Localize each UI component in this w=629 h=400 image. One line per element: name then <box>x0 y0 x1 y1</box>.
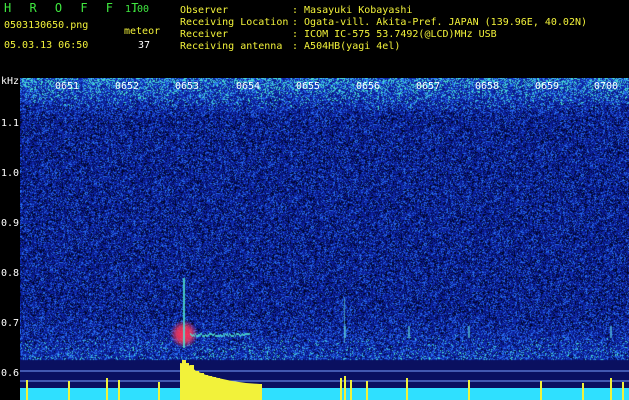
label-observer: Observer <box>180 5 229 16</box>
signal-bar <box>350 380 352 400</box>
app-version: 1.00 <box>125 4 150 15</box>
app-logo: H R O F F T <box>4 1 144 15</box>
y-tick-label: 0.6 <box>1 368 20 379</box>
signal-bar <box>340 378 342 400</box>
signal-bar <box>366 381 368 400</box>
signal-bar <box>582 383 584 400</box>
meteor-count: 37 <box>138 40 151 51</box>
label-location: Receiving Location <box>180 17 289 28</box>
y-tick-label: 1.0 <box>1 168 20 179</box>
y-tick-label: 0.8 <box>1 268 20 279</box>
file-name: 0503130650.png <box>4 20 89 31</box>
time-tick-label: 0656 <box>356 81 381 92</box>
signal-bar <box>610 378 612 400</box>
unit-label: kHz <box>1 76 20 87</box>
time-tick-label: 0659 <box>535 81 560 92</box>
header-panel: H R O F F T 1.00 0503130650.png meteor 0… <box>0 0 629 76</box>
time-tick-label: 0654 <box>236 81 261 92</box>
mode-label: meteor <box>124 26 161 37</box>
y-tick-label: 0.7 <box>1 318 20 329</box>
datetime-label: 05.03.13 06:50 <box>4 40 89 51</box>
time-tick-label: 0653 <box>175 81 200 92</box>
y-tick-label: 0.9 <box>1 218 20 229</box>
y-tick-label: 1.1 <box>1 118 20 129</box>
signal-bar <box>622 382 624 400</box>
label-antenna: Receiving antenna <box>180 41 283 52</box>
time-tick-label: 0657 <box>416 81 441 92</box>
time-tick-label: 0658 <box>475 81 500 92</box>
spectrogram-overlay <box>20 360 629 400</box>
signal-bar <box>406 378 408 400</box>
signal-bar <box>540 381 542 400</box>
value-receiver: : ICOM IC-575 53.7492(@LCD)MHz USB <box>292 29 497 40</box>
signal-bar <box>106 378 108 400</box>
time-tick-label: 0652 <box>115 81 140 92</box>
signal-bar <box>158 382 160 400</box>
spectrogram <box>20 78 629 400</box>
time-tick-label: 0651 <box>55 81 80 92</box>
signal-bar <box>344 376 346 400</box>
signal-bar <box>468 380 470 400</box>
value-antenna: : A504HB(yagi 4el) <box>292 41 401 52</box>
time-tick-label: 0700 <box>594 81 619 92</box>
signal-bar <box>26 380 28 400</box>
signal-bar <box>118 380 120 400</box>
time-tick-label: 0655 <box>296 81 321 92</box>
baseline-strip <box>20 388 629 400</box>
value-observer: : Masayuki Kobayashi <box>292 5 413 16</box>
signal-bar <box>68 381 70 400</box>
label-receiver: Receiver <box>180 29 229 40</box>
value-location: : Ogata-vill. Akita-Pref. JAPAN (139.96E… <box>292 17 588 28</box>
